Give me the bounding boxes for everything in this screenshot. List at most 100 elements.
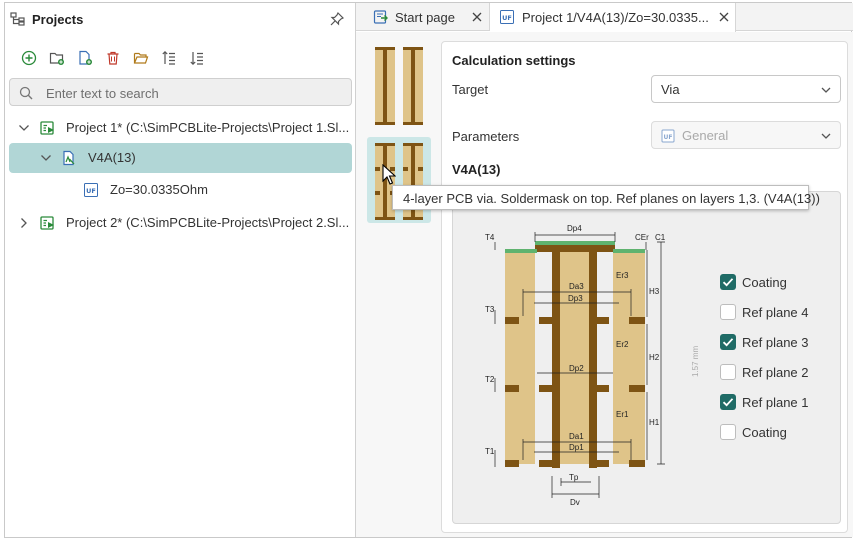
chevron-right-icon[interactable]: [17, 216, 31, 230]
tab-start-page[interactable]: Start page: [356, 3, 490, 31]
search-input[interactable]: [46, 83, 336, 103]
tab-project-1-result[interactable]: UF Project 1/V4A(13)/Zo=30.0335...: [490, 3, 736, 32]
h2-label: H2: [649, 353, 660, 362]
er2-label: Er2: [616, 340, 629, 349]
t2-label: T2: [485, 375, 495, 384]
checkbox-label: Coating: [742, 425, 787, 440]
checkbox-checked[interactable]: [720, 394, 736, 410]
search-icon: [19, 86, 33, 100]
svg-text:UF: UF: [86, 187, 96, 195]
checkbox-unchecked[interactable]: [720, 304, 736, 320]
h3-label: H3: [649, 287, 660, 296]
chevron-down-icon[interactable]: [39, 151, 53, 165]
uf-icon: UF: [84, 183, 98, 197]
parameters-label: Parameters: [452, 129, 520, 144]
add-project-button[interactable]: [17, 47, 41, 69]
structure-thumbnail-2-layer[interactable]: [367, 42, 431, 128]
open-folder-button[interactable]: [129, 47, 153, 69]
search-box[interactable]: [9, 78, 352, 106]
uf-icon: UF: [661, 129, 675, 143]
checkbox-label: Ref plane 3: [742, 335, 809, 350]
structure-tooltip: 4-layer PCB via. Soldermask on top. Ref …: [392, 185, 820, 210]
tree-item-project-2[interactable]: Project 2* (C:\SimPCBLite-Projects\Proje…: [9, 208, 352, 238]
via-cross-section-diagram: Dp4 CEr C1 T4 Er3 H3 Da3 Dp3 T3 Er2 H2 1…: [485, 224, 700, 507]
da3-label: Da3: [569, 282, 584, 291]
checkbox-checked[interactable]: [720, 334, 736, 350]
via-thumbnail-image: [375, 47, 423, 125]
t3-label: T3: [485, 305, 495, 314]
dp1-label: Dp1: [569, 443, 584, 452]
chevron-down-icon[interactable]: [17, 121, 31, 135]
checkmark-icon: [722, 398, 734, 407]
tree-item-project-1[interactable]: Project 1* (C:\SimPCBLite-Projects\Proje…: [9, 113, 352, 143]
parameters-select[interactable]: UF General: [651, 121, 841, 149]
via-thumbnail-image: [375, 143, 423, 220]
project-tree-icon: [10, 12, 25, 26]
structure-title: V4A(13): [452, 162, 501, 177]
checkbox-label: Coating: [742, 275, 787, 290]
svg-text:UF: UF: [664, 134, 673, 141]
new-folder-icon: [49, 52, 64, 65]
checkmark-icon: [722, 338, 734, 347]
tp-label: Tp: [569, 473, 579, 482]
checkbox-checked[interactable]: [720, 274, 736, 290]
dp4-label: Dp4: [567, 224, 582, 233]
project-icon: [40, 216, 54, 230]
new-folder-button[interactable]: [45, 47, 69, 69]
target-select-value: Via: [661, 82, 680, 97]
er1-label: Er1: [616, 410, 629, 419]
h1-label: H1: [649, 418, 660, 427]
c1-label: C1: [655, 233, 666, 242]
t1-label: T1: [485, 447, 495, 456]
tree-item-label: V4A(13): [88, 150, 136, 165]
app-window: Projects Enter text to search Project 1*…: [4, 2, 853, 538]
target-label: Target: [452, 82, 489, 97]
tab-label: Project 1/V4A(13)/Zo=30.0335...: [522, 10, 709, 25]
close-icon[interactable]: [718, 11, 730, 23]
tree-item-result[interactable]: UF Zo=30.0335Ohm: [9, 175, 352, 205]
pin-icon[interactable]: [329, 11, 345, 27]
tree-item-label: Zo=30.0335Ohm: [110, 182, 208, 197]
projects-panel: Projects Enter text to search Project 1*…: [5, 3, 356, 537]
sort-descending-icon: [190, 52, 203, 66]
dv-label: Dv: [570, 498, 580, 507]
new-file-button[interactable]: [73, 47, 97, 69]
structure-icon: [63, 150, 75, 166]
checkbox-label: Ref plane 2: [742, 365, 809, 380]
tree-item-v4a-13[interactable]: V4A(13): [9, 143, 352, 173]
sort-descending-button[interactable]: [185, 47, 209, 69]
uf-icon: UF: [500, 10, 514, 24]
projects-panel-title: Projects: [32, 12, 84, 27]
checkbox-unchecked[interactable]: [720, 364, 736, 380]
chevron-down-icon: [821, 87, 831, 93]
calculation-settings-panel: Calculation settings Target Via Paramete…: [441, 41, 848, 533]
mouse-cursor-icon: [382, 164, 396, 185]
t4-label: T4: [485, 233, 495, 242]
projects-panel-header: Projects: [5, 3, 356, 35]
close-icon[interactable]: [471, 11, 483, 23]
open-folder-icon: [133, 52, 149, 64]
project-icon: [40, 121, 54, 135]
section-title: Calculation settings: [452, 53, 576, 68]
editor-content: Calculation settings Target Via Paramete…: [356, 32, 853, 537]
tree-item-label: Project 2* (C:\SimPCBLite-Projects\Proje…: [66, 215, 350, 230]
dp2-label: Dp2: [569, 364, 584, 373]
svg-text:UF: UF: [502, 14, 512, 22]
add-icon: [21, 50, 37, 66]
thickness-label: 1.57 mm: [691, 346, 700, 377]
sort-ascending-button[interactable]: [157, 47, 181, 69]
cer-label: CEr: [635, 233, 649, 242]
dp3-label: Dp3: [568, 294, 583, 303]
tab-label: Start page: [395, 10, 455, 25]
target-select[interactable]: Via: [651, 75, 841, 103]
new-file-icon: [79, 50, 92, 65]
checkbox-label: Ref plane 1: [742, 395, 809, 410]
checkbox-unchecked[interactable]: [720, 424, 736, 440]
projects-toolbar: [17, 47, 209, 69]
checkbox-label: Ref plane 4: [742, 305, 809, 320]
chevron-down-icon: [821, 133, 831, 139]
via-diagram-box: Dp4 CEr C1 T4 Er3 H3 Da3 Dp3 T3 Er2 H2 1…: [452, 191, 841, 524]
tree-item-label: Project 1* (C:\SimPCBLite-Projects\Proje…: [66, 120, 350, 135]
structure-thumbnail-4-layer[interactable]: [367, 137, 431, 223]
delete-button[interactable]: [101, 47, 125, 69]
